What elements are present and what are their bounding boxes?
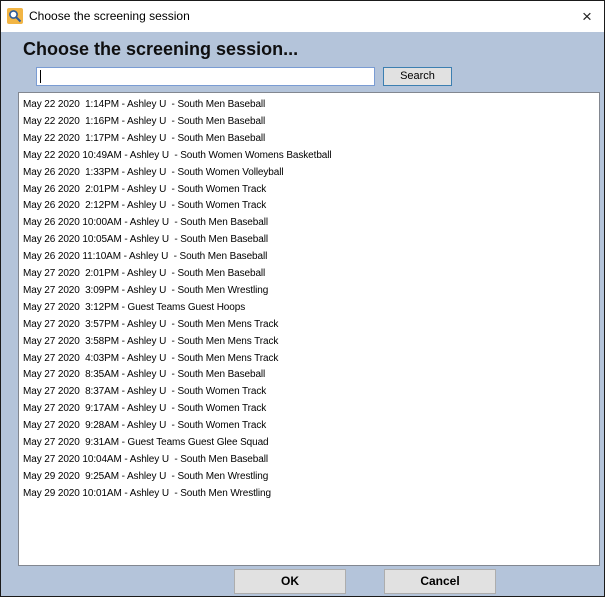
list-item[interactable]: May 22 2020 1:16PM - Ashley U - South Me… [23, 114, 265, 130]
title-bar[interactable]: Choose the screening session × [1, 1, 604, 32]
list-item[interactable]: May 27 2020 9:28AM - Ashley U - South Wo… [23, 418, 266, 434]
list-item[interactable]: May 26 2020 11:10AM - Ashley U - South M… [23, 249, 267, 265]
list-item[interactable]: May 26 2020 2:01PM - Ashley U - South Wo… [23, 182, 266, 198]
search-input[interactable] [36, 67, 375, 86]
session-list[interactable]: May 22 2020 1:14PM - Ashley U - South Me… [18, 92, 600, 566]
list-item[interactable]: May 27 2020 9:31AM - Guest Teams Guest G… [23, 435, 269, 451]
list-item[interactable]: May 27 2020 3:12PM - Guest Teams Guest H… [23, 300, 245, 316]
list-item[interactable]: May 27 2020 4:03PM - Ashley U - South Me… [23, 351, 278, 367]
list-item[interactable]: May 27 2020 3:57PM - Ashley U - South Me… [23, 317, 278, 333]
list-item[interactable]: May 22 2020 10:49AM - Ashley U - South W… [23, 148, 332, 164]
list-item[interactable]: May 27 2020 3:09PM - Ashley U - South Me… [23, 283, 268, 299]
list-item[interactable]: May 26 2020 10:05AM - Ashley U - South M… [23, 232, 268, 248]
dialog-window: Choose the screening session × Choose th… [0, 0, 605, 597]
list-item[interactable]: May 27 2020 3:58PM - Ashley U - South Me… [23, 334, 278, 350]
list-item[interactable]: May 29 2020 9:25AM - Ashley U - South Me… [23, 469, 268, 485]
magnifier-icon [7, 8, 23, 24]
list-item[interactable]: May 29 2020 10:01AM - Ashley U - South M… [23, 486, 271, 502]
ok-button[interactable]: OK [234, 569, 346, 594]
list-item[interactable]: May 27 2020 2:01PM - Ashley U - South Me… [23, 266, 265, 282]
list-item[interactable]: May 27 2020 10:04AM - Ashley U - South M… [23, 452, 268, 468]
list-item[interactable]: May 27 2020 9:17AM - Ashley U - South Wo… [23, 401, 266, 417]
list-item[interactable]: May 26 2020 10:00AM - Ashley U - South M… [23, 215, 268, 231]
list-item[interactable]: May 26 2020 1:33PM - Ashley U - South Wo… [23, 165, 284, 181]
window-title: Choose the screening session [29, 9, 190, 23]
list-item[interactable]: May 27 2020 8:35AM - Ashley U - South Me… [23, 367, 265, 383]
search-button[interactable]: Search [383, 67, 452, 86]
cancel-button[interactable]: Cancel [384, 569, 496, 594]
list-item[interactable]: May 27 2020 8:37AM - Ashley U - South Wo… [23, 384, 266, 400]
list-item[interactable]: May 22 2020 1:14PM - Ashley U - South Me… [23, 97, 265, 113]
list-item[interactable]: May 26 2020 2:12PM - Ashley U - South Wo… [23, 198, 266, 214]
close-icon[interactable]: × [570, 1, 604, 32]
text-caret [40, 70, 41, 83]
page-title: Choose the screening session... [23, 39, 299, 59]
list-item[interactable]: May 22 2020 1:17PM - Ashley U - South Me… [23, 131, 265, 147]
